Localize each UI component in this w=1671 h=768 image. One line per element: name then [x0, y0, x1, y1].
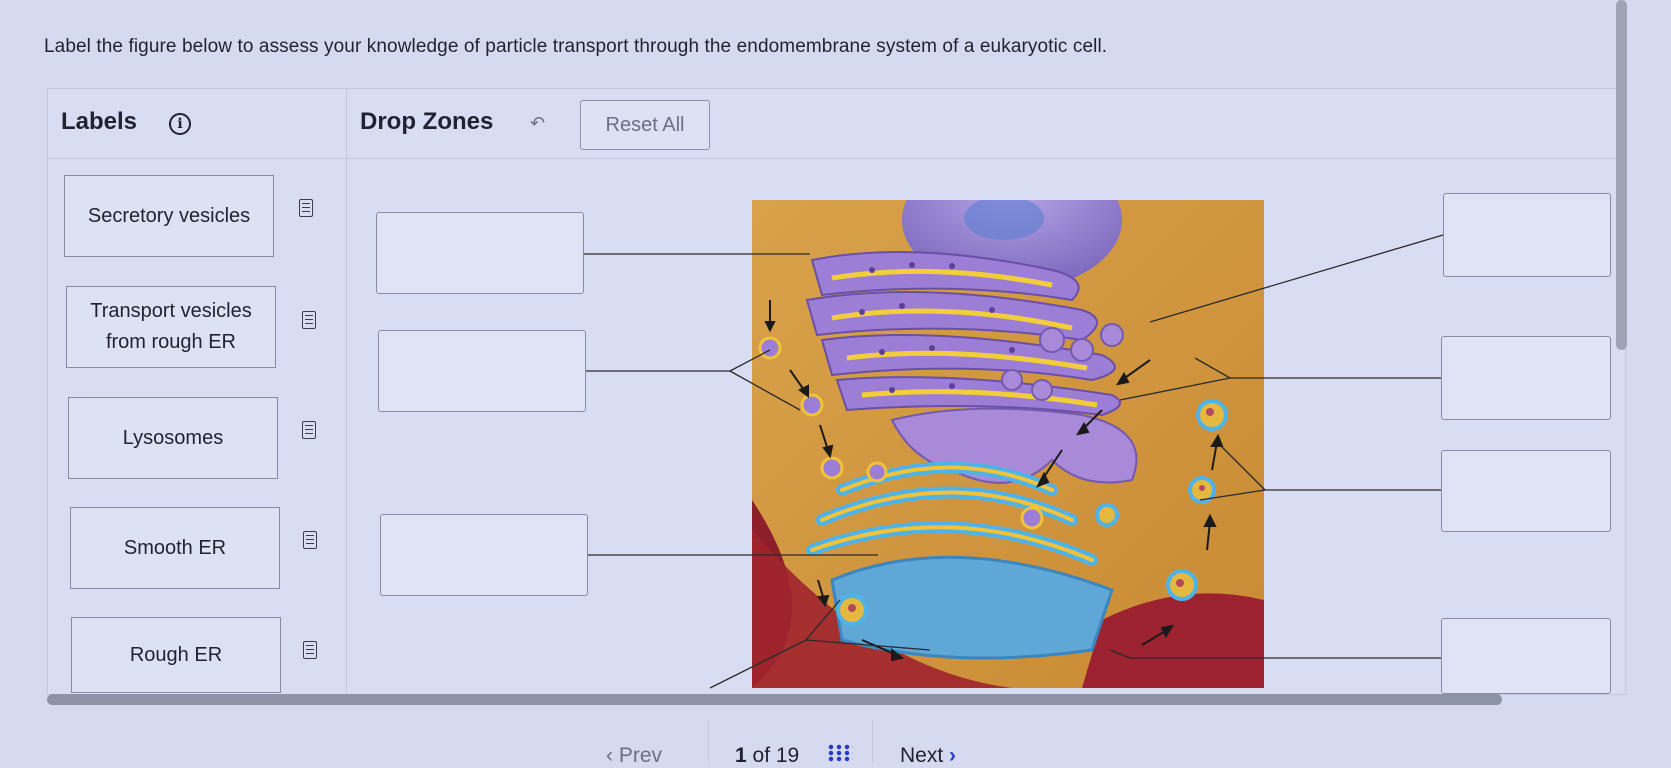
notes-icon[interactable] — [303, 531, 317, 549]
notes-icon[interactable] — [299, 199, 313, 217]
label-card-text: Transport vesicles from rough ER — [90, 300, 252, 353]
drop-zones-heading: Drop Zones — [360, 108, 494, 135]
drop-zone-1[interactable] — [376, 212, 584, 294]
labels-heading: Labels — [61, 108, 138, 135]
footer-divider — [872, 720, 873, 763]
drop-zone-4[interactable] — [1443, 193, 1611, 277]
notes-icon[interactable] — [302, 311, 316, 329]
column-divider — [346, 88, 347, 693]
page-total: of 19 — [752, 744, 800, 767]
footer-divider — [708, 720, 709, 763]
grid-icon[interactable] — [827, 744, 853, 762]
horizontal-scrollbar[interactable] — [47, 694, 1502, 705]
next-label: Next — [900, 744, 944, 767]
drop-zone-6[interactable] — [1441, 450, 1611, 532]
label-card-text: Rough ER — [129, 643, 223, 666]
chevron-left-icon: ‹ — [606, 744, 619, 767]
label-card-transport-vesicles[interactable]: Transport vesicles from rough ER — [66, 286, 276, 368]
reset-all-button[interactable]: Reset All — [580, 100, 710, 150]
label-card-lysosomes[interactable]: Lysosomes — [68, 397, 278, 479]
label-card-rough-er[interactable]: Rough ER — [71, 617, 281, 693]
label-card-secretory-vesicles[interactable]: Secretory vesicles — [64, 175, 274, 257]
next-button[interactable]: Next › — [900, 744, 956, 768]
notes-icon[interactable] — [302, 421, 316, 439]
chevron-right-icon: › — [943, 744, 957, 767]
drop-zone-3[interactable] — [380, 514, 588, 596]
question-prompt: Label the figure below to assess your kn… — [44, 36, 1108, 57]
drop-zone-2[interactable] — [378, 330, 586, 412]
label-card-text: Smooth ER — [123, 536, 227, 559]
label-card-smooth-er[interactable]: Smooth ER — [70, 507, 280, 589]
drop-zone-5[interactable] — [1441, 336, 1611, 420]
vertical-scrollbar[interactable] — [1616, 0, 1627, 350]
current-page: 1 — [735, 744, 747, 767]
endomembrane-figure — [752, 200, 1264, 688]
notes-icon[interactable] — [303, 641, 317, 659]
label-card-text: Secretory vesicles — [87, 204, 251, 227]
info-circle-icon[interactable]: i — [169, 113, 191, 135]
page-indicator: 1 of 19 — [735, 744, 799, 768]
prev-button[interactable]: ‹ Prev — [606, 744, 662, 768]
header-divider — [47, 158, 1624, 159]
drop-zone-7[interactable] — [1441, 618, 1611, 694]
prev-label: Prev — [618, 744, 663, 767]
undo-arrow-icon[interactable]: ↶ — [530, 113, 545, 134]
label-card-text: Lysosomes — [122, 426, 224, 449]
